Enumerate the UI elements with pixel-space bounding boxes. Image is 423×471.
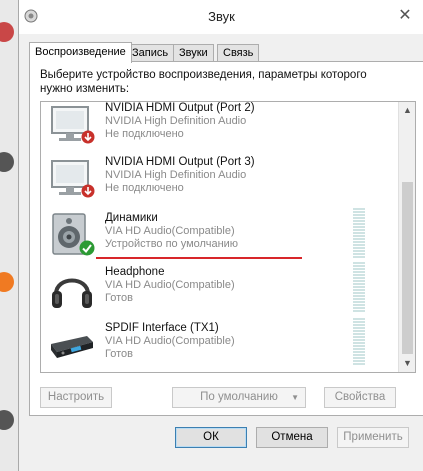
tab-sounds[interactable]: Звуки (173, 44, 214, 62)
set-default-label: По умолчанию (200, 391, 278, 403)
apply-button[interactable]: Применить (337, 427, 409, 448)
device-driver: NVIDIA High Definition Audio (105, 115, 247, 127)
properties-button[interactable]: Свойства (324, 387, 396, 408)
scroll-up-arrow-icon[interactable]: ▲ (399, 102, 415, 119)
background-app-strip (0, 0, 19, 471)
device-status: Готов (105, 348, 133, 360)
tab-communications[interactable]: Связь (217, 44, 260, 62)
disconnected-badge-icon (81, 184, 95, 198)
device-status: Готов (105, 292, 133, 304)
volume-level-meter (353, 262, 365, 314)
device-item-headphone[interactable]: Headphone VIA HD Audio(Compatible) Готов (41, 260, 399, 314)
device-name: Headphone (105, 266, 165, 278)
close-button[interactable]: ✕ (394, 6, 416, 26)
cancel-button[interactable]: Отмена (256, 427, 328, 448)
volume-level-meter (353, 208, 365, 260)
instruction-text: Выберите устройство воспроизведения, пар… (40, 69, 367, 95)
device-driver: VIA HD Audio(Compatible) (105, 225, 235, 237)
device-driver: VIA HD Audio(Compatible) (105, 279, 235, 291)
device-list-scrollbar[interactable]: ▲ ▼ (398, 102, 415, 372)
device-name: SPDIF Interface (TX1) (105, 322, 219, 334)
background-avatar (0, 22, 14, 42)
device-name: Динамики (105, 212, 158, 224)
device-name: NVIDIA HDMI Output (Port 3) (105, 156, 255, 168)
title-bar: Звук ✕ (19, 0, 423, 34)
ok-button[interactable]: ОК (175, 427, 247, 448)
set-default-button[interactable]: По умолчанию ▼ (172, 387, 306, 408)
highlight-underline (96, 257, 302, 259)
device-item-speakers[interactable]: Динамики VIA HD Audio(Compatible) Устрой… (41, 206, 399, 260)
device-name: NVIDIA HDMI Output (Port 2) (105, 102, 255, 114)
scroll-down-arrow-icon[interactable]: ▼ (399, 355, 415, 372)
device-item-hdmi-port-3[interactable]: NVIDIA HDMI Output (Port 3) NVIDIA High … (41, 150, 399, 204)
tab-recording[interactable]: Запись (126, 44, 175, 62)
device-item-spdif[interactable]: SPDIF Interface (TX1) VIA HD Audio(Compa… (41, 316, 399, 370)
headphones-icon (52, 278, 92, 308)
device-status: Устройство по умолчанию (105, 238, 239, 250)
device-status: Не подключено (105, 182, 184, 194)
background-avatar (0, 272, 14, 292)
receiver-icon (51, 336, 93, 358)
background-avatar (0, 410, 14, 430)
device-driver: NVIDIA High Definition Audio (105, 169, 247, 181)
tab-playback[interactable]: Воспроизведение (29, 42, 132, 63)
default-check-badge-icon (79, 240, 95, 256)
device-item-hdmi-port-2[interactable]: NVIDIA HDMI Output (Port 2) NVIDIA High … (41, 102, 399, 150)
configure-button[interactable]: Настроить (40, 387, 112, 408)
disconnected-badge-icon (81, 130, 95, 144)
background-avatar (0, 152, 14, 172)
device-driver: VIA HD Audio(Compatible) (105, 335, 235, 347)
scroll-thumb[interactable] (402, 182, 413, 354)
device-list[interactable]: NVIDIA HDMI Output (Port 2) NVIDIA High … (40, 101, 416, 373)
sound-dialog: Звук ✕ Воспроизведение Запись Звуки Связ… (18, 0, 423, 471)
window-title: Звук (208, 9, 235, 24)
volume-level-meter (353, 318, 365, 370)
dropdown-arrow-icon[interactable]: ▼ (291, 388, 299, 407)
device-status: Не подключено (105, 128, 184, 140)
playback-panel: Выберите устройство воспроизведения, пар… (29, 61, 423, 416)
